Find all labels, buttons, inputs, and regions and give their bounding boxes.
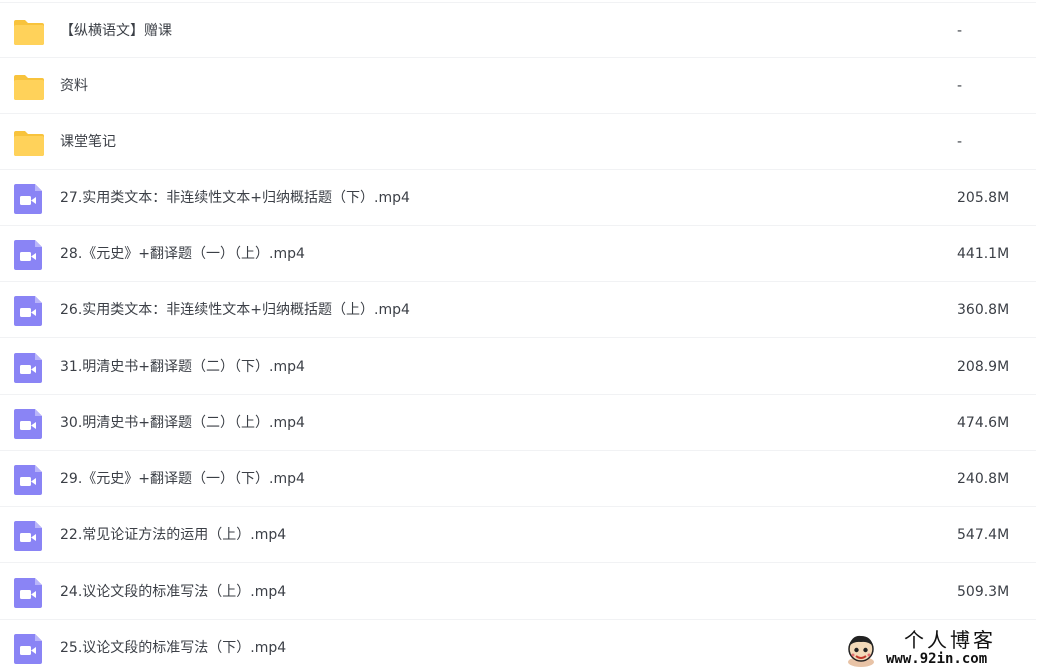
file-row[interactable]: 28.《元史》+翻译题（一）（上）.mp4 441.1M [0, 226, 1036, 282]
file-row[interactable]: 30.明清史书+翻译题（二）（上）.mp4 474.6M [0, 395, 1036, 451]
watermark-title: 个人博客 [904, 628, 996, 652]
file-name[interactable]: 【纵横语文】赠课 [60, 3, 172, 59]
file-name[interactable]: 27.实用类文本：非连续性文本+归纳概括题（下）.mp4 [60, 170, 410, 226]
file-size: - [957, 78, 963, 94]
file-name[interactable]: 30.明清史书+翻译题（二）（上）.mp4 [60, 395, 305, 451]
file-name[interactable]: 28.《元史》+翻译题（一）（上）.mp4 [60, 226, 305, 282]
watermark-url: www.92in.com [886, 651, 988, 667]
file-name[interactable]: 资料 [60, 58, 88, 114]
file-name[interactable]: 26.实用类文本：非连续性文本+归纳概括题（上）.mp4 [60, 282, 410, 338]
folder-icon [14, 20, 44, 45]
file-size: 509.3M [957, 584, 1010, 600]
file-size: 441.1M [957, 246, 1010, 262]
video-file-icon [14, 296, 42, 326]
video-file-icon [14, 634, 42, 664]
file-size: - [957, 134, 963, 150]
mascot-logo-icon [848, 635, 874, 667]
video-file-icon [14, 465, 42, 495]
file-row[interactable]: 【纵横语文】赠课 - [0, 2, 1036, 58]
file-name[interactable]: 24.议论文段的标准写法（上）.mp4 [60, 564, 286, 620]
video-file-icon [14, 184, 42, 214]
file-size: 474.6M [957, 415, 1010, 431]
file-name[interactable]: 22.常见论证方法的运用（上）.mp4 [60, 507, 286, 563]
video-file-icon [14, 578, 42, 608]
file-size: 240.8M [957, 471, 1010, 487]
folder-icon [14, 75, 44, 100]
video-file-icon [14, 521, 42, 551]
file-row[interactable]: 资料 - [0, 58, 1036, 114]
file-row[interactable]: 26.实用类文本：非连续性文本+归纳概括题（上）.mp4 360.8M [0, 282, 1036, 338]
file-name[interactable]: 31.明清史书+翻译题（二）（下）.mp4 [60, 339, 305, 395]
video-file-icon [14, 240, 42, 270]
file-row[interactable]: 29.《元史》+翻译题（一）（下）.mp4 240.8M [0, 451, 1036, 507]
folder-icon [14, 131, 44, 156]
blog-watermark: 个人博客 www.92in.com [842, 628, 1038, 671]
video-file-icon [14, 409, 42, 439]
file-row[interactable]: 24.议论文段的标准写法（上）.mp4 509.3M [0, 564, 1036, 620]
file-list: 【纵横语文】赠课 - 资料 - 课堂笔记 - 27.实用类文本：非连续性文本+归… [0, 0, 1038, 671]
file-size: 547.4M [957, 527, 1010, 543]
file-row[interactable]: 27.实用类文本：非连续性文本+归纳概括题（下）.mp4 205.8M [0, 170, 1036, 226]
file-row[interactable]: 课堂笔记 - [0, 114, 1036, 170]
file-name[interactable]: 29.《元史》+翻译题（一）（下）.mp4 [60, 451, 305, 507]
file-name[interactable]: 25.议论文段的标准写法（下）.mp4 [60, 620, 286, 671]
file-size: 205.8M [957, 190, 1010, 206]
file-row[interactable]: 22.常见论证方法的运用（上）.mp4 547.4M [0, 507, 1036, 563]
file-size: 360.8M [957, 302, 1010, 318]
file-row[interactable]: 31.明清史书+翻译题（二）（下）.mp4 208.9M [0, 339, 1036, 395]
file-size: - [957, 23, 963, 39]
video-file-icon [14, 353, 42, 383]
file-name[interactable]: 课堂笔记 [60, 114, 116, 170]
file-size: 208.9M [957, 359, 1010, 375]
